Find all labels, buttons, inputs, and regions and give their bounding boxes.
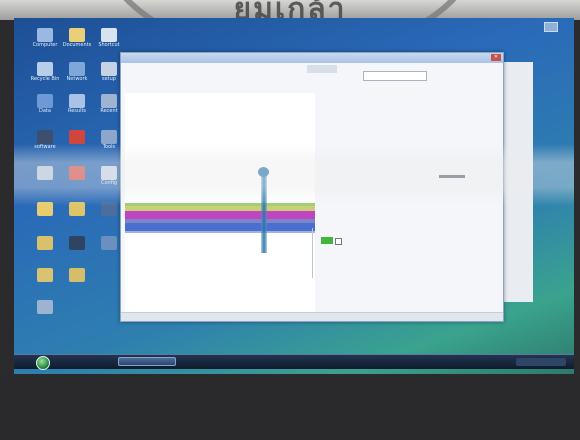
plot-band-blue xyxy=(125,223,315,231)
panel-link-row xyxy=(321,297,497,305)
plot-divider-line xyxy=(312,228,313,278)
tools-icon xyxy=(101,130,117,144)
desktop-icon-shortcut[interactable]: Shortcut xyxy=(94,28,124,48)
probe-trace xyxy=(261,168,267,253)
folder-icon xyxy=(37,268,53,282)
desktop-icon-label: Computer xyxy=(32,42,58,48)
app-icon xyxy=(101,236,117,250)
desktop-icon-app-3[interactable] xyxy=(62,166,92,180)
panel-row xyxy=(321,95,497,103)
desktop-icon-label: Network xyxy=(66,76,88,82)
app-icon xyxy=(69,236,85,250)
computer-icon xyxy=(37,28,53,42)
folder-icon xyxy=(37,202,53,216)
desktop-icon-documents[interactable]: Documents xyxy=(62,28,92,48)
windows-orb-icon[interactable] xyxy=(36,356,50,370)
folder-icon xyxy=(69,268,85,282)
desktop-icon-folder-a[interactable] xyxy=(30,202,60,216)
shortcut-icon xyxy=(101,28,117,42)
desktop-icon-app-2[interactable] xyxy=(30,166,60,180)
value-slider[interactable] xyxy=(439,175,465,178)
panel-row xyxy=(321,83,497,91)
window-statusbar xyxy=(121,312,503,321)
desktop-icon-folder-c[interactable] xyxy=(30,236,60,250)
parameter-panel xyxy=(321,71,497,317)
profile-plot[interactable] xyxy=(125,93,315,313)
panel-row xyxy=(321,159,497,167)
plot-band-magenta xyxy=(125,211,315,219)
desktop-icon-computer[interactable]: Computer xyxy=(30,28,60,48)
desktop-icon-label: Results xyxy=(67,108,87,114)
panel-row xyxy=(321,207,497,215)
desktop-icon-folder-b[interactable] xyxy=(62,202,92,216)
taskbar-item-software[interactable] xyxy=(118,357,176,366)
app-icon xyxy=(69,166,85,180)
plot-band-light-blue xyxy=(125,231,315,233)
panel-row xyxy=(321,133,497,141)
desktop-icon-software[interactable]: software xyxy=(30,130,60,150)
system-tray[interactable] xyxy=(516,358,566,366)
recycle-bin-icon xyxy=(37,62,53,76)
measurement-app-window[interactable]: ✕ xyxy=(120,52,504,322)
probe-marker xyxy=(258,167,269,177)
network-icon xyxy=(69,62,85,76)
folder-icon xyxy=(101,94,117,108)
enable-checkbox[interactable] xyxy=(335,238,342,245)
desktop-icon-red-app[interactable] xyxy=(62,130,92,144)
screen: Computer Documents Shortcut Recycle Bin … xyxy=(14,18,574,374)
desktop-icon-folder-d[interactable] xyxy=(30,268,60,282)
folder-icon xyxy=(69,94,85,108)
desktop-icon-label: Documents xyxy=(62,42,92,48)
desktop-icon-app-5[interactable] xyxy=(62,236,92,250)
app-icon xyxy=(69,130,85,144)
app-icon xyxy=(37,166,53,180)
panel-row xyxy=(321,175,497,183)
panel-header-field[interactable] xyxy=(363,71,427,81)
window-titlebar[interactable]: ✕ xyxy=(121,53,503,63)
taskbar xyxy=(14,354,574,370)
setup-icon xyxy=(101,62,117,76)
desktop-icon-image[interactable] xyxy=(30,300,60,314)
desktop-icon-label: Shortcut xyxy=(98,42,120,48)
monitor-lower-body xyxy=(0,374,580,440)
close-button[interactable]: ✕ xyxy=(491,54,501,61)
folder-icon xyxy=(69,202,85,216)
desktop-icon-folder-e[interactable] xyxy=(62,268,92,282)
app-icon xyxy=(37,130,53,144)
image-icon xyxy=(37,300,53,314)
app-icon xyxy=(101,202,117,216)
folder-icon xyxy=(37,94,53,108)
folder-icon xyxy=(69,28,85,42)
status-row xyxy=(321,237,497,245)
desktop-icon-data[interactable]: Data xyxy=(30,94,60,114)
background-window[interactable] xyxy=(502,62,533,302)
desktop-icon-label: software xyxy=(34,144,56,150)
panel-row xyxy=(321,121,497,129)
panel-row xyxy=(321,187,497,195)
status-indicator xyxy=(321,237,333,244)
desktop-icon-label: Recycle Bin xyxy=(30,76,60,82)
config-icon xyxy=(101,166,117,180)
desktop-icon-label: Data xyxy=(39,108,51,114)
sidebar-gadget[interactable] xyxy=(544,22,558,32)
panel-row xyxy=(321,219,497,227)
desktop-icon-results[interactable]: Results xyxy=(62,94,92,114)
desktop-icon-recycle-bin[interactable]: Recycle Bin xyxy=(30,62,60,82)
desktop-icon-network[interactable]: Network xyxy=(62,62,92,82)
folder-icon xyxy=(37,236,53,250)
